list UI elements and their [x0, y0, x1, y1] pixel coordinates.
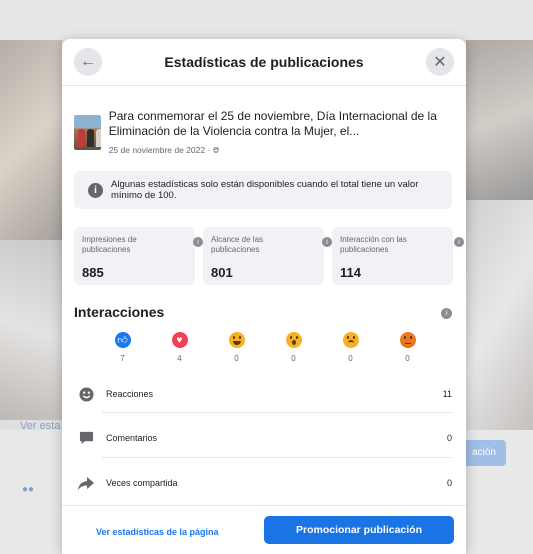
post-preview[interactable]: Para conmemorar el 25 de noviembre, Día …: [74, 109, 454, 156]
info-notice: i Algunas estadísticas solo están dispon…: [74, 171, 452, 209]
smiley-icon: [78, 386, 94, 402]
row-value: 0: [446, 478, 452, 488]
reaction-angry: 0: [379, 332, 436, 363]
arrow-left-icon: ←: [80, 53, 96, 70]
back-button[interactable]: ←: [74, 48, 102, 76]
notice-text: Algunas estadísticas solo están disponib…: [111, 179, 419, 201]
promote-post-button[interactable]: Promocionar publicación: [264, 516, 454, 544]
divider: [102, 412, 452, 413]
stat-value: 885: [82, 265, 104, 280]
stats-cards: Impresiones de publicaciones 885 i Alcan…: [74, 227, 466, 285]
haha-icon: [228, 332, 245, 348]
row-shares[interactable]: Veces compartida 0: [74, 463, 452, 503]
info-icon[interactable]: i: [454, 237, 464, 247]
reaction-breakdown: 👍︎ 7 ♥ 4 0 0 0 0: [94, 332, 436, 363]
wow-icon: [285, 332, 302, 348]
interactions-title: Interacciones: [74, 304, 165, 320]
stat-label: Alcance de las publicaciones: [211, 235, 264, 254]
page-stats-link[interactable]: Ver estadísticas de la página: [96, 527, 219, 537]
share-icon: [78, 475, 94, 491]
dialog-title: Estadísticas de publicaciones: [164, 54, 364, 70]
info-icon[interactable]: i: [322, 237, 332, 247]
reaction-count: 0: [405, 354, 410, 363]
reaction-love: ♥ 4: [151, 332, 208, 363]
post-thumbnail: [74, 115, 101, 150]
reaction-sad: 0: [322, 332, 379, 363]
comment-icon: [78, 430, 94, 446]
info-icon[interactable]: i: [441, 308, 452, 319]
angry-icon: [399, 332, 416, 348]
post-text: Para conmemorar el 25 de noviembre, Día …: [108, 109, 437, 138]
bg-reaction-icons: ●●: [22, 484, 35, 495]
reaction-wow: 0: [265, 332, 322, 363]
stat-engagement: i Interacción con las publicaciones 114: [322, 227, 453, 285]
reaction-count: 4: [177, 354, 182, 363]
reaction-count: 7: [120, 354, 125, 363]
reaction-like: 👍︎ 7: [94, 332, 151, 363]
dialog-footer: Ver estadísticas de la página Promociona…: [62, 505, 466, 554]
row-value: 11: [442, 389, 452, 399]
info-icon[interactable]: i: [193, 237, 203, 247]
reaction-haha: 0: [208, 332, 265, 363]
info-icon: i: [88, 182, 103, 198]
row-label: Reacciones: [106, 389, 154, 399]
stat-value: 114: [340, 265, 361, 280]
post-insights-dialog: ← Estadísticas de publicaciones ✕ Para c…: [62, 39, 466, 554]
reaction-count: 0: [348, 354, 353, 363]
post-date: 25 de noviembre de 2022 · 🌐︎: [108, 145, 220, 155]
heart-icon: ♥: [171, 332, 188, 348]
row-value: 0: [446, 433, 452, 443]
row-comments[interactable]: Comentarios 0: [74, 418, 452, 458]
row-reactions[interactable]: Reacciones 11: [74, 374, 452, 414]
close-icon: ✕: [433, 54, 447, 71]
stat-value: 801: [211, 265, 233, 280]
like-icon: 👍︎: [114, 332, 131, 348]
dialog-header: ← Estadísticas de publicaciones ✕: [62, 39, 466, 86]
bg-link: Ver esta: [20, 420, 61, 432]
stat-label: Impresiones de publicaciones: [82, 235, 137, 254]
stat-label: Interacción con las publicaciones: [340, 235, 407, 254]
reaction-count: 0: [291, 354, 296, 363]
row-label: Veces compartida: [106, 478, 178, 488]
globe-icon: 🌐︎: [212, 145, 220, 155]
sad-icon: [342, 332, 359, 348]
divider: [102, 457, 452, 458]
reaction-count: 0: [234, 354, 239, 363]
close-button[interactable]: ✕: [426, 48, 454, 76]
row-label: Comentarios: [106, 433, 158, 443]
stat-impressions: Impresiones de publicaciones 885: [74, 227, 195, 285]
stat-reach: i Alcance de las publicaciones 801: [193, 227, 324, 285]
bg-button: ación: [462, 440, 506, 466]
